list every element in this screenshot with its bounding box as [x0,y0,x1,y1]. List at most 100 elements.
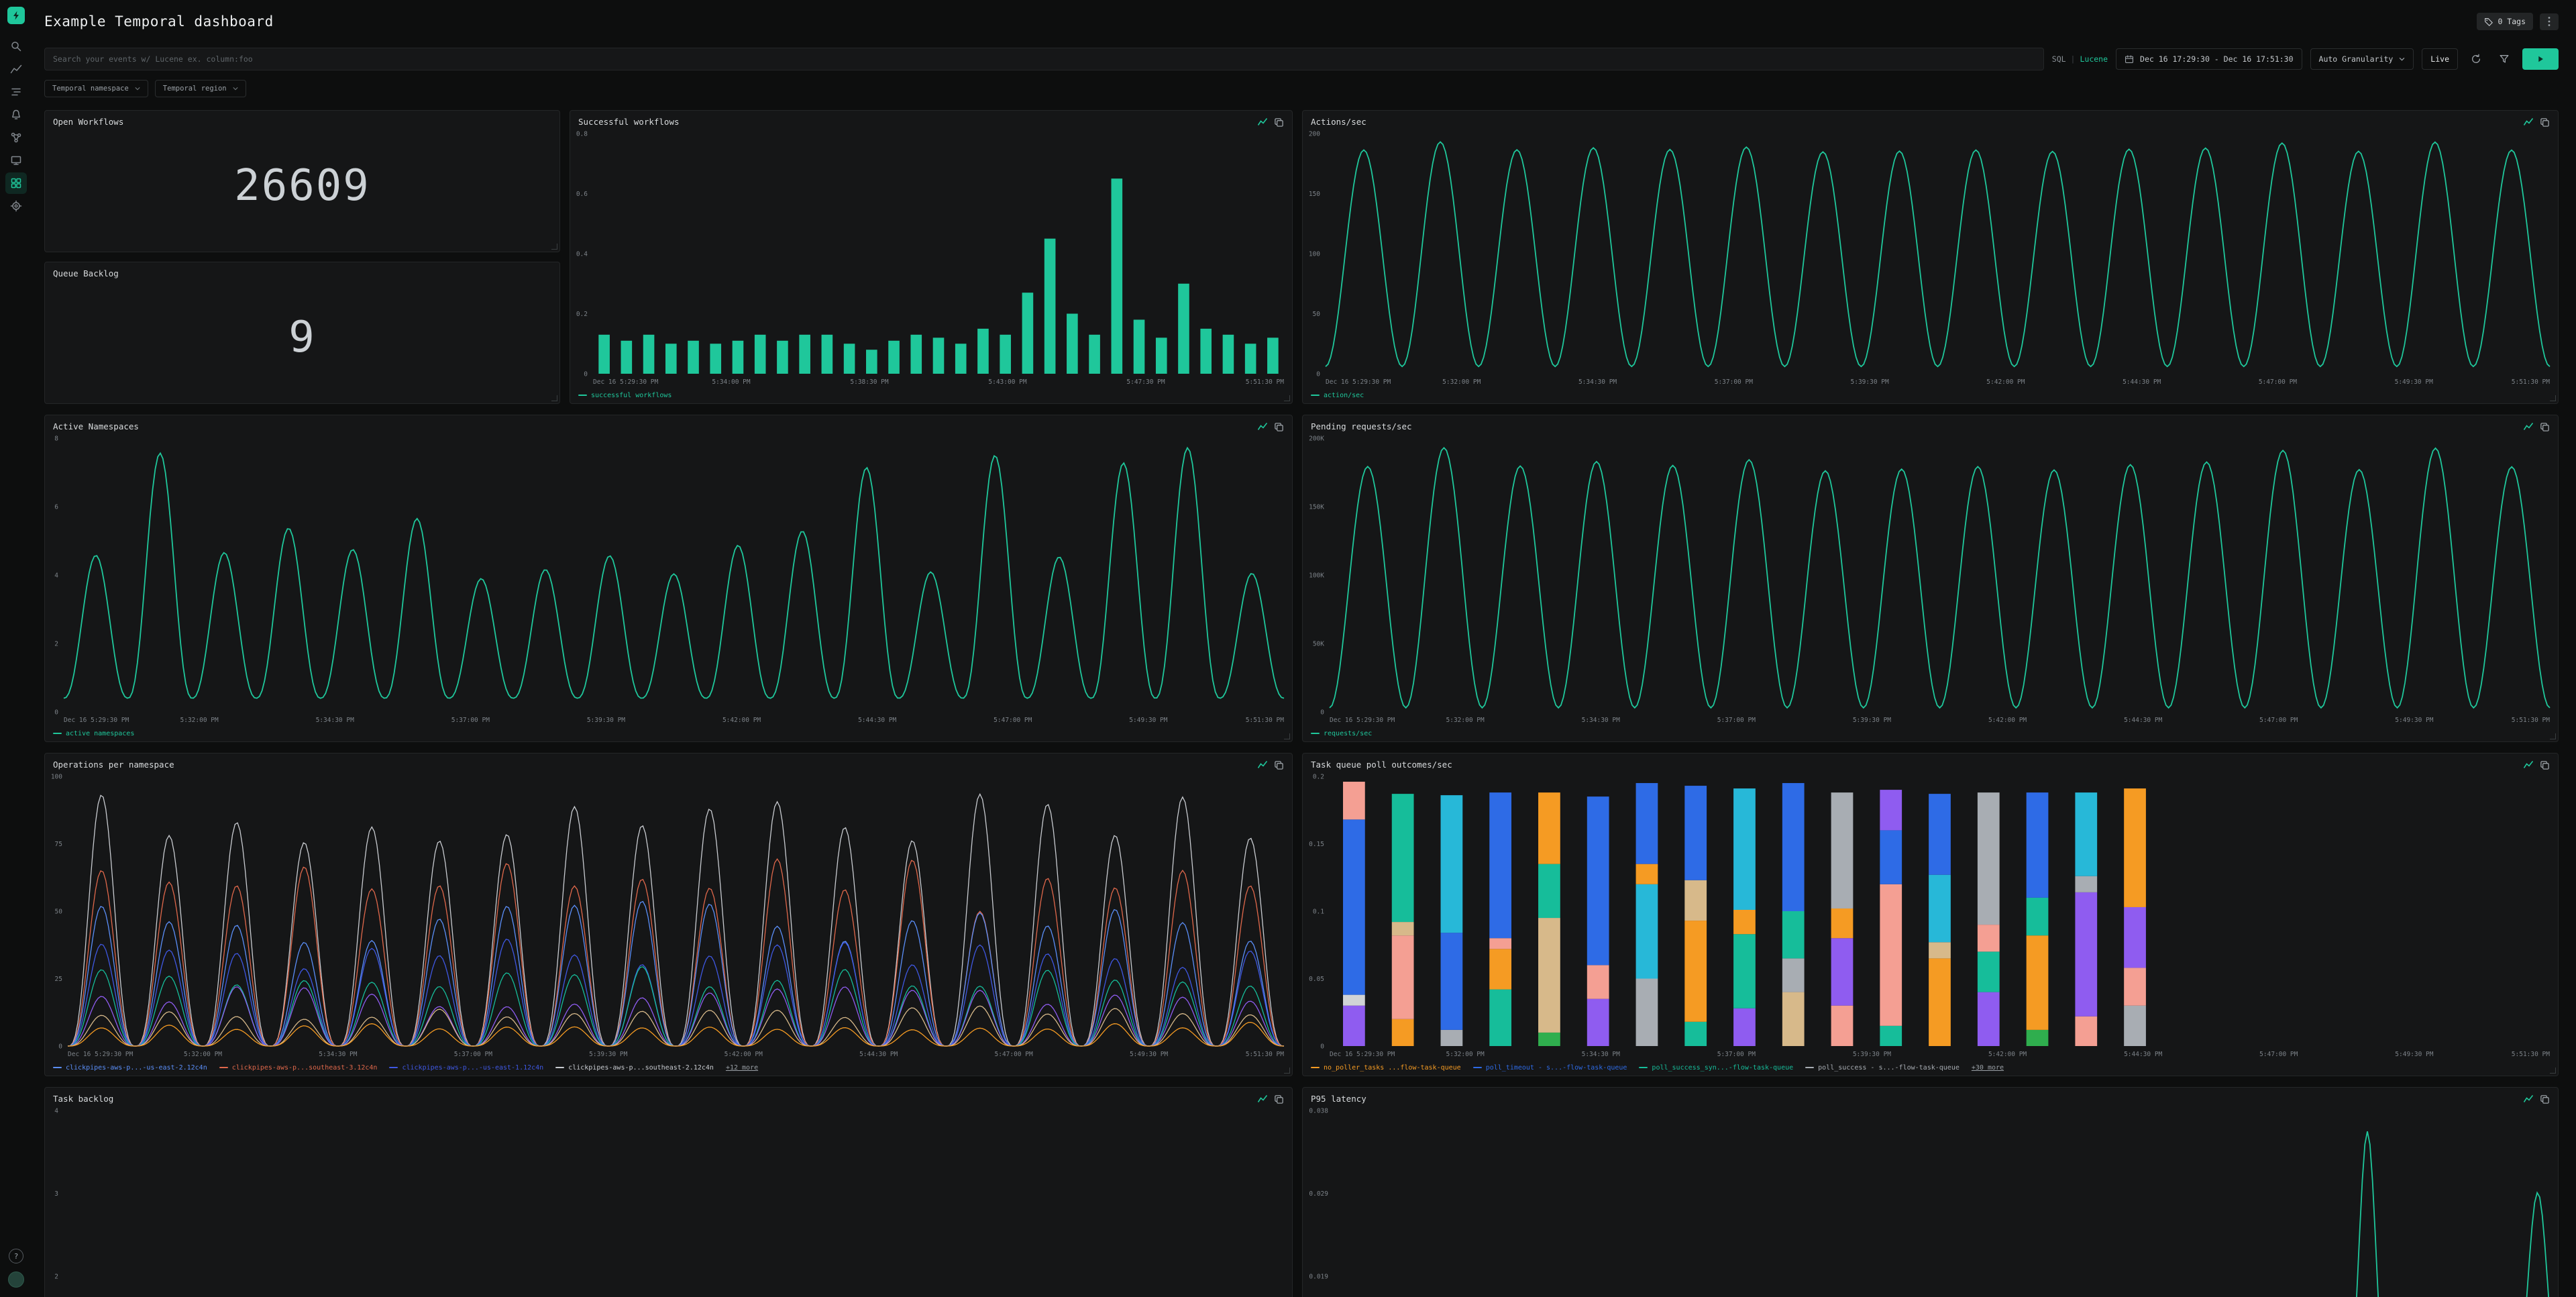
sidebar-item-dashboards[interactable] [5,172,27,194]
chart-canvas[interactable]: 86420Dec 16 5:29:30 PM5:32:00 PM5:34:30 … [45,434,1292,725]
legend-more-link[interactable]: +30 more [1972,1064,2004,1072]
granularity-select[interactable]: Auto Granularity [2310,48,2414,70]
legend-item[interactable]: poll_success_syn...-flow-task-queue [1639,1064,1793,1072]
more-menu-button[interactable] [2540,13,2559,30]
chart-area[interactable]: 86420Dec 16 5:29:30 PM5:32:00 PM5:34:30 … [45,434,1292,725]
legend-item[interactable]: successful workflows [578,392,672,399]
legend-label: clickpipes-aws-p...southeast-2.12c4n [568,1064,714,1072]
chart-area[interactable]: 200150100500Dec 16 5:29:30 PM5:32:00 PM5… [1303,129,2558,387]
svg-text:150: 150 [1309,191,1320,198]
legend-item[interactable]: active namespaces [53,730,134,737]
svg-text:5:42:00 PM: 5:42:00 PM [1986,378,2025,386]
run-query-button[interactable] [2522,48,2559,70]
legend-item[interactable]: clickpipes-aws-p...-us-east-2.12c4n [53,1064,207,1072]
query-language-toggle[interactable]: SQL | Lucene [2052,54,2108,64]
sidebar-item-chart-explorer[interactable] [5,58,27,80]
chart-area[interactable]: 1007550250Dec 16 5:29:30 PM5:32:00 PM5:3… [45,772,1292,1059]
panel-header: P95 latency [1303,1088,2558,1106]
search-box [44,48,2044,70]
panel-title: Task queue poll outcomes/sec [1311,760,1452,770]
legend-item[interactable]: requests/sec [1311,730,1372,737]
legend-swatch [1311,395,1320,396]
svg-text:5:42:00 PM: 5:42:00 PM [1988,1051,2027,1058]
panel-copy-icon[interactable] [2540,760,2550,770]
panel-successful-workflows: Successful workflows 0.80.60.40.20Dec 16… [570,110,1293,404]
legend-item[interactable]: poll_success - s...-flow-task-queue [1805,1064,1960,1072]
legend-item[interactable]: clickpipes-aws-p...southeast-2.12c4n [555,1064,714,1072]
panel-chart-icon[interactable] [1257,421,1268,432]
panel-copy-icon[interactable] [1274,117,1284,127]
sidebar-item-traces[interactable] [5,81,27,103]
chart-area[interactable]: 0.80.60.40.20Dec 16 5:29:30 PM5:34:00 PM… [570,129,1292,387]
chart-canvas[interactable]: 1007550250Dec 16 5:29:30 PM5:32:00 PM5:3… [45,772,1292,1059]
app-logo[interactable] [7,7,25,24]
sidebar-item-search[interactable] [5,36,27,57]
panel-copy-icon[interactable] [1274,422,1284,432]
live-button[interactable]: Live [2422,48,2458,70]
calendar-icon [2125,54,2134,64]
svg-text:5:39:30 PM: 5:39:30 PM [1853,1051,1891,1058]
lang-sql[interactable]: SQL [2052,54,2066,64]
search-input[interactable] [53,54,2035,64]
sidebar-item-clients[interactable] [5,150,27,171]
panel-copy-icon[interactable] [1274,1094,1284,1104]
panel-chart-icon[interactable] [2523,421,2534,432]
legend-more-link[interactable]: +12 more [726,1064,758,1072]
sidebar-item-settings[interactable] [5,195,27,217]
filter-temporal-region[interactable]: Temporal region [155,80,246,97]
chart-area[interactable]: 0.0380.0290.0190.0100 [1303,1106,2558,1297]
svg-text:5:43:00 PM: 5:43:00 PM [988,378,1026,386]
legend-item[interactable]: poll_timeout - s...-flow-task-queue [1473,1064,1627,1072]
panel-title: Successful workflows [578,117,680,127]
svg-text:5:44:30 PM: 5:44:30 PM [858,717,896,724]
panel-chart-icon[interactable] [1257,760,1268,770]
svg-text:2: 2 [54,641,58,648]
sidebar-item-alerts[interactable] [5,104,27,125]
svg-text:Dec 16 5:29:30 PM: Dec 16 5:29:30 PM [1330,1051,1395,1058]
panel-header: Open Workflows [45,111,559,129]
refresh-button[interactable] [2466,49,2486,69]
chart-area[interactable]: 0.20.150.10.050Dec 16 5:29:30 PM5:32:00 … [1303,772,2558,1059]
chart-legend: no_poller_tasks ...flow-task-queue poll_t… [1303,1059,2558,1076]
svg-text:Dec 16 5:29:30 PM: Dec 16 5:29:30 PM [593,378,659,386]
filter-button[interactable] [2494,49,2514,69]
panel-chart-icon[interactable] [1257,117,1268,127]
panel-chart-icon[interactable] [1257,1094,1268,1104]
legend-swatch [389,1067,398,1068]
help-button[interactable]: ? [9,1249,23,1263]
dashboards-grid-icon [10,177,22,189]
svg-text:0: 0 [1320,709,1324,717]
panel-queue-backlog: Queue Backlog 9 [44,262,560,404]
svg-text:5:32:00 PM: 5:32:00 PM [180,717,219,724]
svg-text:5:37:00 PM: 5:37:00 PM [451,717,490,724]
legend-item[interactable]: clickpipes-aws-p...-us-east-1.12c4n [389,1064,543,1072]
user-avatar[interactable] [8,1272,24,1288]
filter-temporal-namespace[interactable]: Temporal namespace [44,80,148,97]
time-range-picker[interactable]: Dec 16 17:29:30 - Dec 16 17:51:30 [2116,48,2302,70]
panel-chart-icon[interactable] [2523,760,2534,770]
chart-canvas[interactable]: 0.0380.0290.0190.0100 [1303,1106,2558,1297]
chart-area[interactable]: 43210 [45,1106,1292,1297]
panel-copy-icon[interactable] [2540,1094,2550,1104]
legend-item[interactable]: no_poller_tasks ...flow-task-queue [1311,1064,1461,1072]
chart-canvas[interactable]: 200K150K100K50K0Dec 16 5:29:30 PM5:32:00… [1303,434,2558,725]
panel-title: Task backlog [53,1094,113,1104]
svg-text:5:42:00 PM: 5:42:00 PM [724,1051,763,1058]
panel-copy-icon[interactable] [2540,422,2550,432]
lang-lucene[interactable]: Lucene [2080,54,2108,64]
panel-chart-icon[interactable] [2523,1094,2534,1104]
chart-canvas[interactable]: 200150100500Dec 16 5:29:30 PM5:32:00 PM5… [1303,129,2558,387]
legend-item[interactable]: action/sec [1311,392,1364,399]
legend-item[interactable]: clickpipes-aws-p...southeast-3.12c4n [219,1064,378,1072]
chart-canvas[interactable]: 0.80.60.40.20Dec 16 5:29:30 PM5:34:00 PM… [570,129,1292,387]
tags-badge-label: 0 Tags [2498,17,2526,26]
chart-canvas[interactable]: 43210 [45,1106,1292,1297]
panel-copy-icon[interactable] [2540,117,2550,127]
sidebar-item-service-map[interactable] [5,127,27,148]
panel-task-backlog: Task backlog 43210 [44,1087,1293,1297]
panel-chart-icon[interactable] [2523,117,2534,127]
chart-area[interactable]: 200K150K100K50K0Dec 16 5:29:30 PM5:32:00… [1303,434,2558,725]
panel-copy-icon[interactable] [1274,760,1284,770]
chart-canvas[interactable]: 0.20.150.10.050Dec 16 5:29:30 PM5:32:00 … [1303,772,2558,1059]
tags-badge[interactable]: 0 Tags [2477,13,2533,30]
